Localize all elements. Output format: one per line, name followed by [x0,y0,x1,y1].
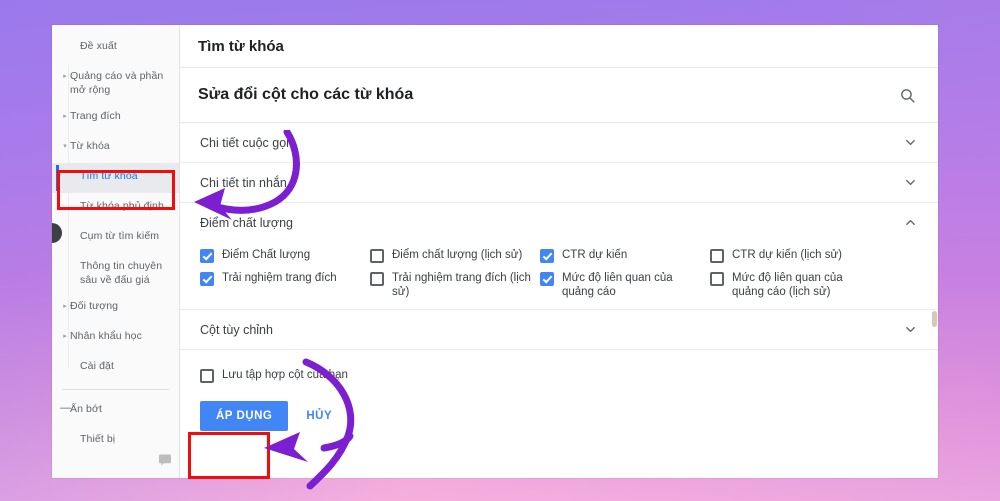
checkbox-label: Điểm chất lượng (lịch sử) [392,249,523,261]
chevron-right-icon: ▸ [63,333,67,340]
section-label: Chi tiết cuộc gọi [200,135,289,150]
checkbox-ctr-du-kien[interactable]: CTR dự kiến [540,248,710,263]
checkbox-trai-nghiem-trang-dich[interactable]: Trải nghiệm trang đích [200,271,370,299]
sidebar-item-tim-tu-khoa[interactable]: Tìm từ khóa [52,163,179,193]
checkbox-diem-chat-luong-lich-su[interactable]: Điểm chất lượng (lịch sử) [370,248,540,263]
checkbox-box[interactable] [370,249,384,263]
sidebar-item-label: Từ khóa phủ định [80,200,164,212]
sidebar-item-doi-tuong[interactable]: ▸ Đối tượng [52,293,179,323]
checkbox-box[interactable] [200,272,214,286]
sidebar-item-nhan-khau-hoc[interactable]: ▸ Nhân khẩu học [52,323,179,353]
checkbox-luu-tap-hop-cot[interactable]: Lưu tập hợp cột của bạn [200,368,354,383]
sidebar-item-label: Đối tượng [70,300,119,312]
sidebar-item-tu-khoa[interactable]: ▾ Từ khóa [52,133,179,163]
left-sidebar: Đề xuất ▸ Quảng cáo và phần mở rộng ▸ Tr… [52,25,180,478]
sidebar-item-label: Nhân khẩu học [70,330,142,342]
page-title: Tìm từ khóa [198,37,284,55]
checkbox-label: Điểm Chất lượng [222,249,311,261]
sidebar-item-label: Thông tin chuyên sâu về đấu giá [80,260,163,286]
checkbox-ctr-du-kien-lich-su[interactable]: CTR dự kiến (lịch sử) [710,248,880,263]
sidebar-item-tu-khoa-phu-dinh[interactable]: Từ khóa phủ định [52,193,179,223]
section-label: Chi tiết tin nhắn [200,175,287,190]
checkbox-box[interactable] [200,249,214,263]
section-chi-tiet-cuoc-goi[interactable]: Chi tiết cuộc gọi [180,123,938,163]
search-icon[interactable] [894,82,920,108]
main-content: Tìm từ khóa Sửa đổi cột cho các từ khóa … [180,25,938,478]
checkbox-box[interactable] [200,369,214,383]
checkbox-label: Lưu tập hợp cột của bạn [222,369,348,381]
chevron-down-icon[interactable] [902,322,918,338]
apply-button[interactable]: ÁP DỤNG [200,401,289,431]
sidebar-item-label: Cụm từ tìm kiếm [80,230,160,242]
section-label: Cột tùy chỉnh [200,322,273,337]
checkbox-label: CTR dự kiến [562,249,628,261]
checkbox-label: Trải nghiệm trang đích [222,272,337,284]
chevron-right-icon: ▸ [63,113,67,120]
column-sections: Chi tiết cuộc gọi Chi tiết tin nhắn Điểm… [180,123,938,478]
sidebar-item-label: Cài đặt [80,360,114,372]
checkbox-label: Mức độ liên quan của quảng cáo [562,272,673,298]
checkbox-muc-do-lien-quan-cua-quang-cao-lich-su[interactable]: Mức độ liên quan của quảng cáo (lịch sử) [710,271,880,299]
sidebar-item-quang-cao-va-phan-mo-rong[interactable]: ▸ Quảng cáo và phần mở rộng [52,63,179,103]
app-window: Đề xuất ▸ Quảng cáo và phần mở rộng ▸ Tr… [52,25,938,478]
sidebar-collapse-toggle[interactable]: — Ẩn bớt [52,396,179,426]
checkbox-box[interactable] [710,249,724,263]
sidebar-item-label: Trang đích [70,110,121,122]
page-title-bar: Tìm từ khóa [180,25,938,68]
checkbox-muc-do-lien-quan-cua-quang-cao[interactable]: Mức độ liên quan của quảng cáo [540,271,710,299]
checkbox-box[interactable] [370,272,384,286]
chevron-up-icon[interactable] [902,215,918,231]
chevron-right-icon: ▸ [63,73,67,80]
section-diem-chat-luong[interactable]: Điểm chất lượng [180,203,938,242]
sidebar-item-label: Đề xuất [80,40,117,52]
sidebar-item-de-xuat[interactable]: Đề xuất [52,33,179,63]
checkbox-diem-chat-luong[interactable]: Điểm Chất lượng [200,248,370,263]
sidebar-item-cai-dat[interactable]: Cài đặt [52,353,179,383]
checkbox-label: Mức độ liên quan của quảng cáo (lịch sử) [732,272,843,298]
sidebar-item-label: Từ khóa [70,140,110,152]
sidebar-collapse-label: Ẩn bớt [70,403,103,415]
checkbox-trai-nghiem-trang-dich-lich-su[interactable]: Trải nghiệm trang đích (lịch sử) [370,271,540,299]
chevron-down-icon[interactable] [902,175,918,191]
chevron-down-icon: ▾ [63,143,67,150]
save-column-set-row: Lưu tập hợp cột của bạn [180,350,938,397]
dialog-title: Sửa đổi cột cho các từ khóa [198,86,414,103]
checkbox-box[interactable] [540,272,554,286]
checkbox-label: Trải nghiệm trang đích (lịch sử) [392,272,531,298]
section-cot-tuy-chinh[interactable]: Cột tùy chỉnh [180,310,938,350]
sidebar-divider [62,389,169,390]
checkbox-label: CTR dự kiến (lịch sử) [732,249,842,261]
sidebar-item-thong-tin-chuyen-sau-ve-dau-gia[interactable]: Thông tin chuyên sâu về đấu giá [52,253,179,293]
quality-score-checkbox-grid: Điểm Chất lượng Điểm chất lượng (lịch sử… [180,242,938,310]
cancel-button[interactable]: HỦY [294,401,344,431]
chevron-down-icon[interactable] [902,135,918,151]
minus-icon: — [60,402,71,414]
feedback-chat-icon[interactable] [158,453,172,466]
dialog-header: Sửa đổi cột cho các từ khóa [180,68,938,123]
checkbox-box[interactable] [540,249,554,263]
vertical-scrollbar-thumb[interactable] [932,311,937,327]
sidebar-item-label: Thiết bị [80,433,116,445]
sidebar-item-label: Tìm từ khóa [80,170,138,182]
sidebar-item-thiet-bi[interactable]: Thiết bị [52,426,179,456]
checkbox-box[interactable] [710,272,724,286]
sidebar-item-label: Quảng cáo và phần mở rộng [70,70,164,96]
sidebar-item-trang-dich[interactable]: ▸ Trang đích [52,103,179,133]
dialog-action-row: ÁP DỤNG HỦY [180,397,938,431]
sidebar-item-cum-tu-tim-kiem[interactable]: Cụm từ tìm kiếm [52,223,179,253]
section-chi-tiet-tin-nhan[interactable]: Chi tiết tin nhắn [180,163,938,203]
chevron-right-icon: ▸ [63,303,67,310]
section-label: Điểm chất lượng [200,215,293,230]
